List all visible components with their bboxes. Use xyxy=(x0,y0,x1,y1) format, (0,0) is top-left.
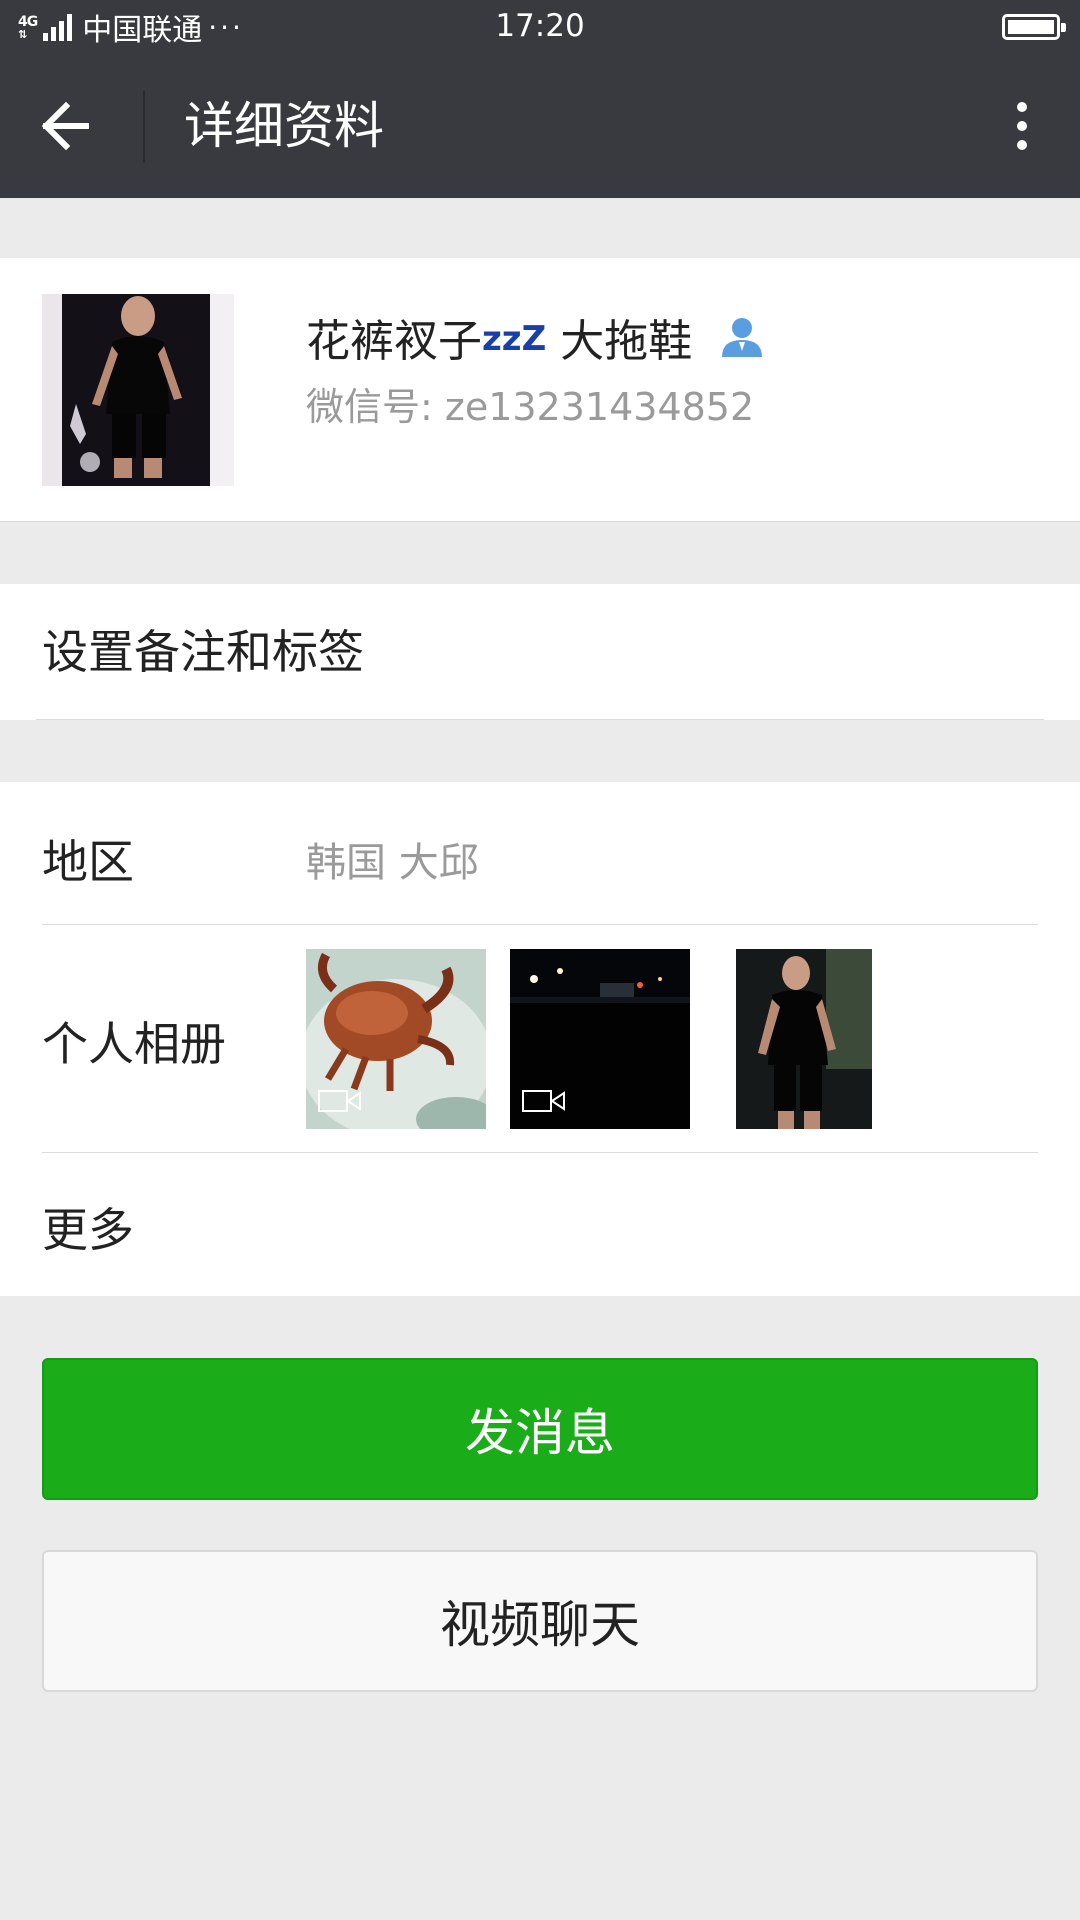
person-icon xyxy=(722,318,763,357)
album-label: 个人相册 xyxy=(42,1017,226,1071)
album-thumb-night[interactable] xyxy=(510,949,690,1129)
wechat-id: 微信号: ze13231434852 xyxy=(306,385,755,429)
send-message-button[interactable]: 发消息 xyxy=(42,1358,1038,1500)
back-button[interactable] xyxy=(30,88,116,164)
video-camera-icon xyxy=(318,1090,361,1112)
status-bar: 4G ⇅ 中国联通 ··· 17:20 xyxy=(0,0,1080,54)
battery-icon xyxy=(1002,14,1066,40)
nav-divider xyxy=(143,90,145,162)
video-camera-icon xyxy=(522,1090,565,1112)
name-row: 花裤衩子zzZ 大拖鞋 xyxy=(306,302,766,372)
album-thumb-crab[interactable] xyxy=(306,949,486,1129)
divider xyxy=(36,719,1044,720)
avatar[interactable] xyxy=(42,294,234,486)
person-photo xyxy=(736,949,872,1129)
remark-tags-row[interactable]: 设置备注和标签 xyxy=(0,584,1080,720)
divider xyxy=(42,1152,1038,1153)
nickname: 花裤衩子zzZ 大拖鞋 xyxy=(306,316,693,367)
divider xyxy=(42,924,1038,925)
clock: 17:20 xyxy=(495,8,585,44)
avatar-photo xyxy=(42,294,234,486)
region-label: 地区 xyxy=(42,835,134,889)
more-label: 更多 xyxy=(42,1203,134,1257)
video-chat-button[interactable]: 视频聊天 xyxy=(42,1550,1038,1692)
info-card: 地区 韩国 大邱 个人相册 更多 xyxy=(0,782,1080,1296)
profile-card[interactable]: 花裤衩子zzZ 大拖鞋 微信号: ze13231434852 xyxy=(0,258,1080,522)
album-thumb-person[interactable] xyxy=(736,949,872,1129)
region-value: 韩国 大邱 xyxy=(306,840,479,886)
nav-bar: 详细资料 xyxy=(0,54,1080,198)
sleep-zzz: zzZ xyxy=(482,319,547,359)
remark-tags-label: 设置备注和标签 xyxy=(42,625,364,679)
more-vertical-icon[interactable] xyxy=(992,88,1052,164)
page-title: 详细资料 xyxy=(184,97,384,155)
arrow-left-icon xyxy=(41,101,89,151)
